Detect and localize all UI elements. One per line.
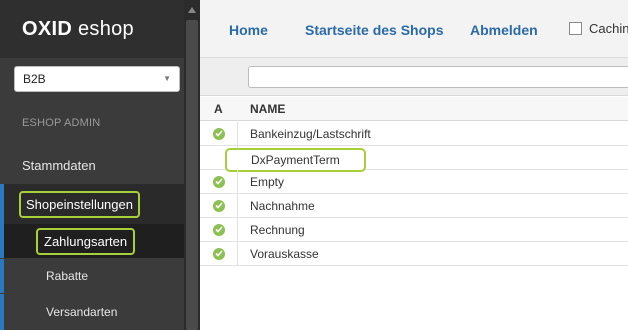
payment-name[interactable]: Vorauskasse xyxy=(250,247,319,261)
shop-startpage-link[interactable]: Startseite des Shops xyxy=(305,22,444,38)
shop-select[interactable]: B2B ▼ xyxy=(14,66,180,92)
chevron-down-icon: ▼ xyxy=(163,74,171,83)
table-row[interactable]: Vorauskasse xyxy=(200,242,628,266)
active-check-icon xyxy=(212,175,225,188)
active-cell xyxy=(200,242,238,265)
nav-item-rabatte[interactable]: Rabatte xyxy=(0,259,184,293)
payment-name[interactable]: DxPaymentTerm xyxy=(225,148,366,172)
table-row[interactable]: Rechnung xyxy=(200,218,628,242)
sidebar-scroll-thumb[interactable] xyxy=(186,20,198,330)
nav-item-zahlungsarten[interactable]: Zahlungsarten xyxy=(0,224,184,258)
logout-link[interactable]: Abmelden xyxy=(470,22,538,38)
nav-item-label: Stammdaten xyxy=(22,157,96,173)
column-header-active[interactable]: A xyxy=(214,102,223,116)
filter-row xyxy=(200,58,628,96)
payment-name[interactable]: Bankeinzug/Lastschrift xyxy=(250,127,371,141)
payment-name[interactable]: Rechnung xyxy=(250,223,305,237)
logo-bar: OXID eshop xyxy=(0,0,184,58)
table-row[interactable]: DxPaymentTerm xyxy=(200,146,628,172)
payment-name[interactable]: Empty xyxy=(250,175,284,189)
table-header: A NAME xyxy=(200,97,628,121)
nav-item-label: Rabatte xyxy=(46,269,89,283)
active-cell xyxy=(200,218,238,241)
scroll-up-arrow-icon[interactable] xyxy=(184,4,200,16)
payment-name[interactable]: Nachnahme xyxy=(250,199,315,213)
nav-item-shopeinstellungen[interactable]: Shopeinstellungen xyxy=(0,184,184,224)
active-check-icon xyxy=(212,247,225,260)
table-row[interactable]: Nachnahme xyxy=(200,194,628,218)
active-check-icon xyxy=(212,223,225,236)
table-row[interactable]: Empty xyxy=(200,170,628,194)
active-cell xyxy=(200,122,238,145)
sidebar: OXID eshop B2B ▼ ESHOP ADMIN Stammdaten … xyxy=(0,0,200,330)
payment-methods-list: A NAME Bankeinzug/Lastschrift DxPaymentTe… xyxy=(200,58,628,330)
name-filter-input[interactable] xyxy=(248,66,628,88)
top-navigation: Home Startseite des Shops Abmelden Cachi… xyxy=(200,0,628,58)
eshop-admin-label: ESHOP ADMIN xyxy=(22,117,101,129)
active-cell xyxy=(200,194,238,217)
nav-item-label: Zahlungsarten xyxy=(36,227,136,255)
caching-checkbox[interactable] xyxy=(569,22,582,35)
active-check-icon xyxy=(212,199,225,212)
oxid-eshop-logo[interactable]: OXID eshop xyxy=(22,18,134,41)
caching-label: Cachin xyxy=(589,21,628,36)
nav-item-versandarten[interactable]: Versandarten xyxy=(0,294,184,330)
table-row[interactable]: Bankeinzug/Lastschrift xyxy=(200,122,628,146)
column-header-name[interactable]: NAME xyxy=(250,102,285,116)
nav-item-stammdaten[interactable]: Stammdaten xyxy=(0,148,184,182)
nav-item-label: Versandarten xyxy=(46,305,118,319)
active-check-icon xyxy=(212,127,225,140)
active-cell xyxy=(200,170,238,193)
nav-item-label: Shopeinstellungen xyxy=(19,190,140,218)
home-link[interactable]: Home xyxy=(229,22,268,38)
shop-select-value: B2B xyxy=(23,72,46,86)
